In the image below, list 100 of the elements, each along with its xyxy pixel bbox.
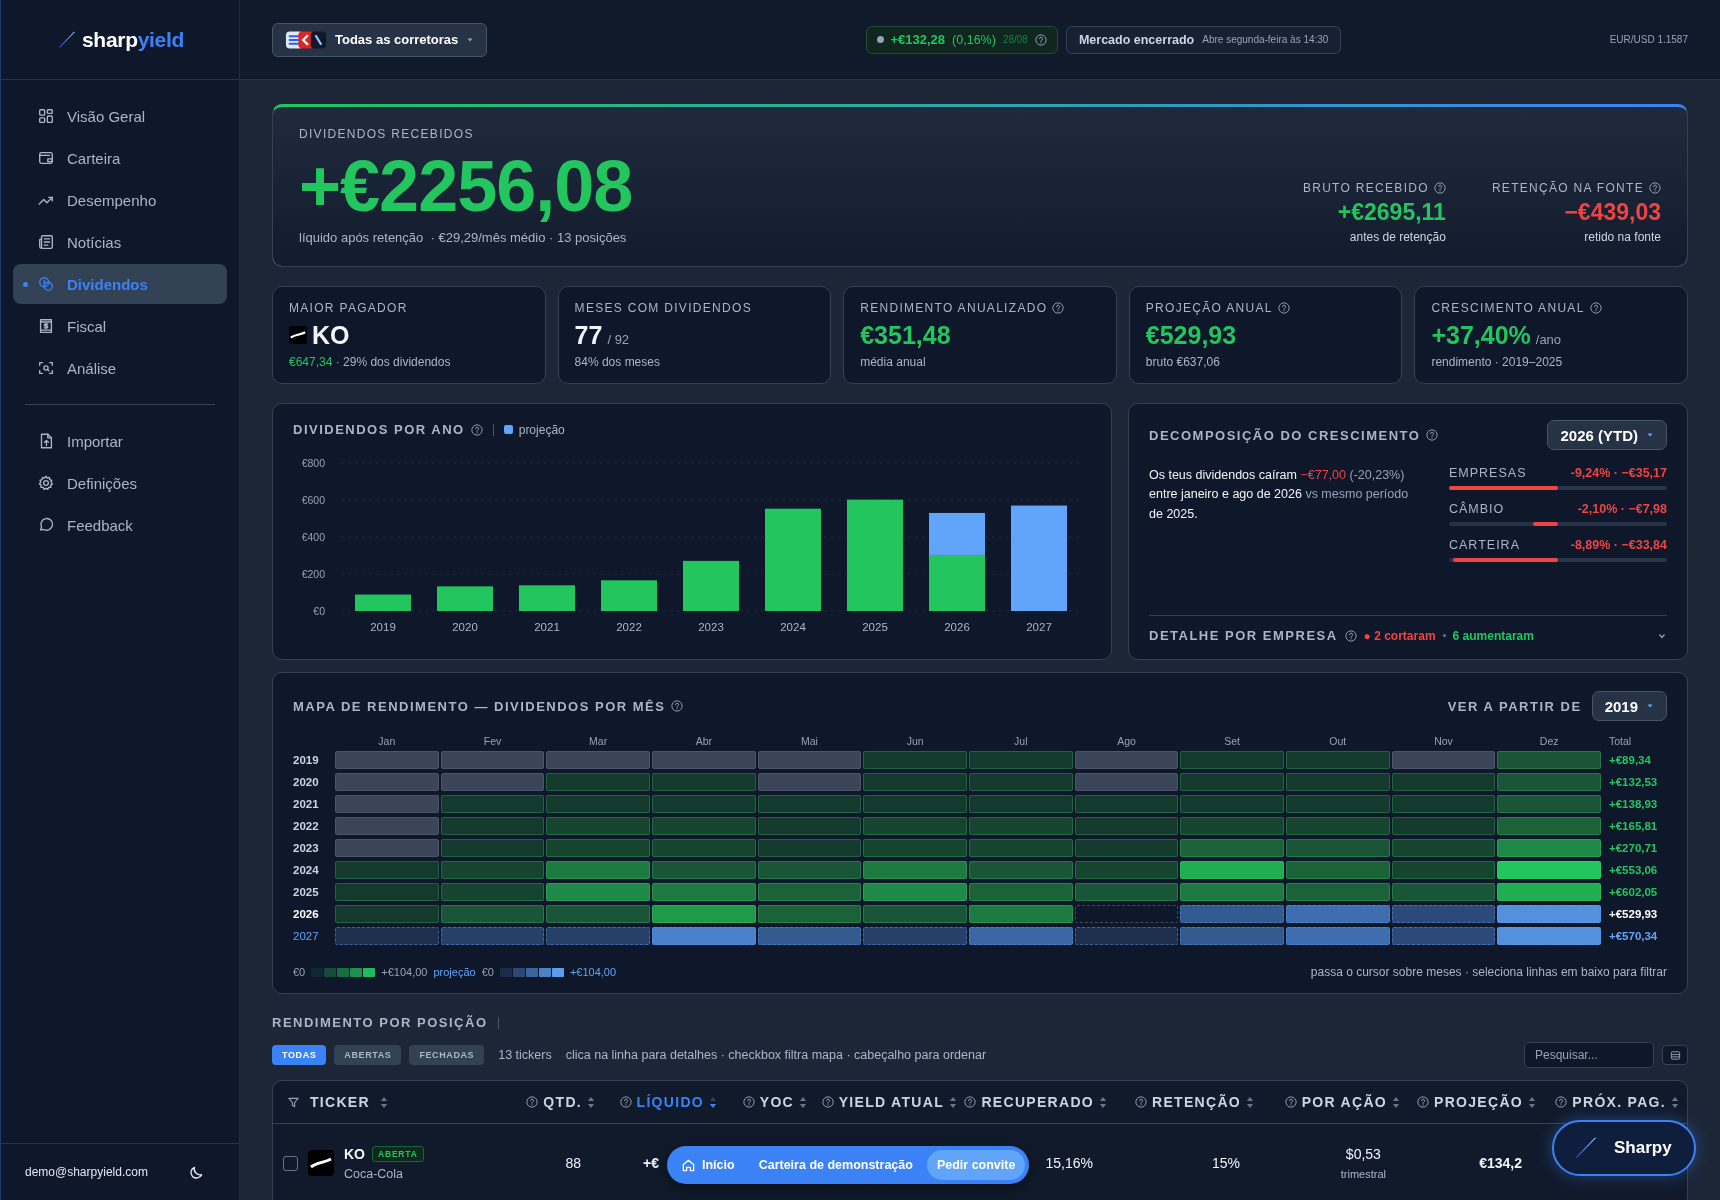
hint-text: clica na linha para detalhes · checkbox filtra mapa · cabeçalho para ordenar: [565, 1048, 987, 1062]
nav-item[interactable]: Fiscal: [13, 306, 227, 346]
column-header[interactable]: YOC: [759, 1094, 794, 1110]
column-header[interactable]: PRÓX. PAG.: [1572, 1094, 1666, 1110]
nav-item[interactable]: Análise: [13, 348, 227, 388]
settings-icon: [37, 474, 55, 492]
help-icon[interactable]: [1277, 302, 1290, 314]
help-icon[interactable]: [671, 700, 684, 712]
heatmap-cell[interactable]: [546, 751, 650, 769]
year-label[interactable]: 2025: [293, 886, 333, 898]
column-label: Total: [1608, 735, 1633, 747]
day-change-value: +€132,28: [890, 32, 946, 47]
help-icon[interactable]: [1426, 429, 1439, 441]
year-selector[interactable]: 2019: [1591, 691, 1667, 721]
filter-tab[interactable]: ABERTAS: [334, 1045, 402, 1065]
month-label: Fev: [482, 735, 503, 747]
year-label[interactable]: 2022: [293, 820, 333, 832]
heatmap-cell[interactable]: [440, 773, 545, 791]
filter-icon[interactable]: [287, 1095, 300, 1109]
heatmap-cell[interactable]: [335, 773, 439, 791]
factor-value: -8,89% · −€33,84: [1570, 538, 1667, 552]
market-note: Abre segunda-feira às 14:30: [1202, 34, 1329, 45]
help-icon[interactable]: [1417, 1096, 1429, 1108]
row-checkbox[interactable]: [283, 1155, 298, 1171]
bar: [929, 512, 985, 555]
heatmap-cell[interactable]: [1391, 751, 1496, 769]
help-icon[interactable]: [1555, 1096, 1568, 1108]
help-icon[interactable]: [1034, 33, 1047, 46]
help-icon[interactable]: [1284, 1096, 1297, 1108]
heatmap-cell[interactable]: [757, 751, 862, 769]
help-icon[interactable]: [526, 1096, 539, 1108]
heatmap-cell[interactable]: [757, 773, 862, 791]
logo-icon: [289, 326, 307, 344]
nav-item[interactable]: Desempenho: [13, 180, 227, 220]
nav-item[interactable]: Importar: [13, 421, 227, 461]
heatmap-cell[interactable]: [335, 751, 439, 769]
kpi-note: 84% dos meses: [574, 355, 661, 369]
nav-item[interactable]: Feedback: [13, 505, 227, 545]
help-icon[interactable]: [1344, 629, 1357, 642]
kpi-unit: / 92: [607, 332, 630, 347]
filter-tab[interactable]: FECHADAS: [409, 1045, 485, 1065]
heatmap-cell[interactable]: [1074, 773, 1179, 791]
column-header[interactable]: POR AÇÃO: [1301, 1094, 1387, 1110]
heatmap-cell[interactable]: [440, 751, 545, 769]
heatmap-cell[interactable]: [1074, 751, 1179, 769]
nav-item[interactable]: Visão Geral: [13, 96, 227, 136]
company-detail-toggle[interactable]: DETALHE POR EMPRESA ● 2 cortaram 6 aumentaram: [1149, 615, 1667, 643]
heatmap-cell[interactable]: [335, 839, 439, 857]
year-label[interactable]: 2023: [293, 842, 333, 854]
help-icon[interactable]: [1589, 302, 1602, 314]
help-icon[interactable]: [619, 1096, 632, 1108]
help-icon[interactable]: [742, 1096, 755, 1108]
year-label[interactable]: 2026: [293, 908, 333, 920]
color-scale: [499, 967, 564, 977]
demo-link[interactable]: Carteira de demonstração: [748, 1150, 923, 1180]
column-header[interactable]: RECUPERADO: [981, 1094, 1094, 1110]
year-label[interactable]: 2027: [293, 930, 333, 942]
column-header[interactable]: QTD.: [543, 1094, 582, 1110]
heatmap-cell[interactable]: [335, 795, 439, 813]
column-header[interactable]: RETENÇÃO: [1152, 1094, 1241, 1110]
factor-label: CÂMBIO: [1449, 502, 1505, 516]
help-icon[interactable]: [1052, 302, 1065, 314]
column-header[interactable]: TICKER: [310, 1094, 370, 1110]
help-icon[interactable]: [1649, 182, 1661, 194]
column-header[interactable]: YIELD ATUAL: [838, 1094, 944, 1110]
axis-label: €200: [301, 568, 325, 580]
legend-label: projeção: [518, 422, 565, 437]
nav-item[interactable]: Carteira: [13, 138, 227, 178]
assistant-button[interactable]: Sharpy: [1552, 1120, 1696, 1176]
heatmap-cell[interactable]: [335, 817, 439, 835]
columns-button[interactable]: [1662, 1045, 1688, 1065]
year-total: +€165,81: [1608, 820, 1659, 832]
kpi-note: rendimento · 2019–2025: [1431, 355, 1564, 369]
column-header[interactable]: PROJEÇÃO: [1434, 1094, 1523, 1110]
year-label[interactable]: 2021: [293, 798, 333, 810]
nav-item[interactable]: Definições: [13, 463, 227, 503]
year-label[interactable]: 2019: [293, 754, 333, 766]
help-icon[interactable]: [1433, 182, 1446, 194]
column-header[interactable]: LÍQUIDO: [636, 1094, 704, 1110]
kpi-value: +37,40%: [1431, 321, 1531, 350]
legend-label: €0: [481, 966, 494, 978]
help-icon[interactable]: [821, 1096, 834, 1108]
chat-bubble-icon: [37, 516, 55, 534]
kpi-note: bruto €637,06: [1145, 355, 1221, 369]
summary-note: líquido após retenção · €29,29/mês médio · 13 posições: [299, 230, 628, 246]
month-label: Set: [1223, 735, 1242, 747]
home-link[interactable]: Início: [671, 1150, 745, 1180]
help-icon[interactable]: [964, 1096, 977, 1108]
heatmap-cell[interactable]: [652, 751, 756, 769]
help-icon[interactable]: [470, 423, 483, 436]
table-cell-text: 15,16%: [1045, 1155, 1094, 1171]
help-icon[interactable]: [1135, 1096, 1148, 1108]
heatmap-cell[interactable]: [1074, 905, 1179, 923]
period-selector[interactable]: 2026 (YTD): [1547, 420, 1667, 450]
broker-selector[interactable]: Todas as corretoras: [272, 22, 488, 57]
nav-item[interactable]: Notícias: [13, 222, 227, 262]
year-label[interactable]: 2024: [293, 864, 333, 876]
filter-tab[interactable]: TODAS: [272, 1045, 327, 1065]
year-label[interactable]: 2020: [293, 776, 333, 788]
search-field[interactable]: Pesquisar...: [1524, 1042, 1654, 1068]
